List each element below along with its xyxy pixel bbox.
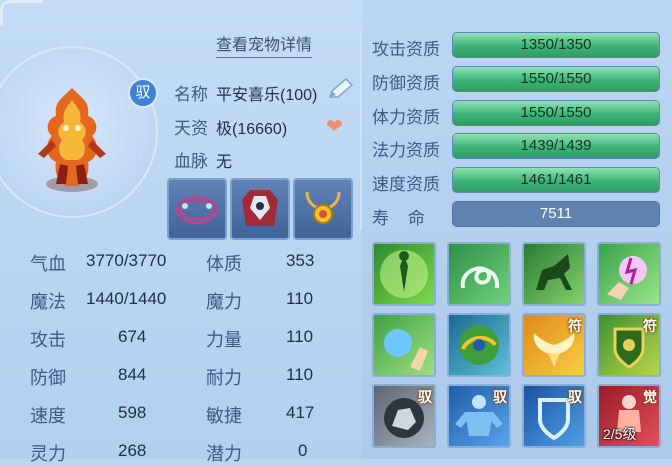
skill-slot-11[interactable]: 驭 xyxy=(522,384,586,448)
stat-label-attack: 攻击 xyxy=(30,330,66,350)
tame-tag: 驭 xyxy=(568,389,582,405)
talisman-tag: 符 xyxy=(643,318,657,334)
lifespan-bar: 7511 xyxy=(452,201,660,227)
attr-value-potential: 0 xyxy=(298,441,308,460)
stat-label-defense: 防御 xyxy=(30,368,66,388)
pet-avatar[interactable] xyxy=(34,84,110,196)
aptitude-value-speed: 1461/1461 xyxy=(520,171,592,188)
skill-slot-2[interactable] xyxy=(447,242,511,306)
attr-value-magic: 110 xyxy=(286,289,314,308)
frame-corner xyxy=(0,0,43,25)
pet-name-value: 平安喜乐(100) xyxy=(216,87,318,104)
stat-label-spirit: 灵力 xyxy=(30,444,66,464)
aptitude-bar-attack: 1350/1350 xyxy=(452,32,660,58)
name-label: 名称 xyxy=(174,85,208,104)
edit-name-icon[interactable] xyxy=(326,77,354,101)
attr-value-strength: 110 xyxy=(286,327,314,346)
stat-value-speed: 598 xyxy=(118,403,147,422)
stat-value-hp: 3770/3770 xyxy=(86,251,167,270)
awaken-level-text: 2/5级 xyxy=(603,426,637,442)
aptitude-label-speed: 速度资质 xyxy=(372,175,440,194)
equipment-slot-armor[interactable] xyxy=(230,178,290,240)
panel-divider xyxy=(360,30,362,230)
talisman-tag: 符 xyxy=(568,318,582,334)
skill-slot-5[interactable] xyxy=(372,313,436,377)
aptitude-value-defense: 1550/1550 xyxy=(520,70,592,87)
equipment-slot-collar[interactable] xyxy=(167,178,227,240)
tame-tag: 驭 xyxy=(418,389,432,405)
aptitude-bar-speed: 1461/1461 xyxy=(452,167,660,193)
palm-lightning-skill-icon xyxy=(607,256,647,300)
attr-label-magic: 魔力 xyxy=(206,292,242,312)
attr-label-constitution: 体质 xyxy=(206,254,242,274)
aptitude-label-stamina: 体力资质 xyxy=(372,108,440,127)
aptitude-value-stamina: 1550/1550 xyxy=(520,104,592,121)
lifespan-label: 寿 命 xyxy=(372,209,425,228)
attr-label-potential: 潜力 xyxy=(206,444,242,464)
tame-tag: 驭 xyxy=(493,389,507,405)
skill-slot-1[interactable] xyxy=(372,242,436,306)
aptitude-value-mana: 1439/1439 xyxy=(520,137,592,154)
aptitude-bar-stamina: 1550/1550 xyxy=(452,100,660,126)
talent-value: 极(16660) xyxy=(216,121,288,138)
aptitude-bar-mana: 1439/1439 xyxy=(452,133,660,159)
favorite-heart-icon[interactable]: ❤ xyxy=(326,114,343,139)
equipment-slot-necklace[interactable] xyxy=(293,178,353,240)
stat-value-attack: 674 xyxy=(118,327,147,346)
aptitude-label-attack: 攻击资质 xyxy=(372,40,440,59)
aptitude-bar-defense: 1550/1550 xyxy=(452,66,660,92)
view-pet-details-button[interactable]: 查看宠物详情 xyxy=(216,31,313,58)
attr-value-agility: 417 xyxy=(286,403,315,422)
lifespan-value: 7511 xyxy=(539,205,573,222)
skill-slot-6[interactable] xyxy=(447,313,511,377)
attr-value-constitution: 353 xyxy=(286,251,315,270)
skill-slot-12[interactable]: 觉 2/5级 xyxy=(597,384,661,448)
awaken-tag: 觉 xyxy=(643,389,657,405)
stat-label-mp: 魔法 xyxy=(30,292,66,312)
orb-skill-icon xyxy=(459,325,499,365)
aptitude-label-mana: 法力资质 xyxy=(372,141,440,160)
stat-value-mp: 1440/1440 xyxy=(86,289,167,308)
aptitude-value-attack: 1350/1350 xyxy=(520,36,592,53)
collar-icon xyxy=(176,196,218,224)
necklace-icon xyxy=(305,191,341,224)
attr-label-agility: 敏捷 xyxy=(206,406,242,426)
skill-slot-8[interactable]: 符 xyxy=(597,313,661,377)
skill-slot-10[interactable]: 驭 xyxy=(447,384,511,448)
attr-value-endurance: 110 xyxy=(286,365,314,384)
figure-glow-skill-icon xyxy=(380,250,428,298)
talent-label: 天资 xyxy=(174,119,208,138)
swirl-skill-icon xyxy=(460,266,500,289)
stat-value-defense: 844 xyxy=(118,365,147,384)
water-palm-skill-icon xyxy=(384,329,428,371)
skill-slot-3[interactable] xyxy=(522,242,586,306)
aptitude-label-defense: 防御资质 xyxy=(372,74,440,93)
tame-badge-icon: 驭 xyxy=(128,78,158,108)
skill-slot-9[interactable]: 驭 xyxy=(372,384,436,448)
stat-value-spirit: 268 xyxy=(118,441,147,460)
beast-skill-icon xyxy=(536,254,572,290)
bloodline-label: 血脉 xyxy=(174,152,208,171)
bloodline-value: 无 xyxy=(216,154,233,171)
skill-slot-4[interactable] xyxy=(597,242,661,306)
attr-label-endurance: 耐力 xyxy=(206,368,242,388)
skill-slot-7[interactable]: 符 xyxy=(522,313,586,377)
armor-icon xyxy=(242,190,278,226)
attr-label-strength: 力量 xyxy=(206,330,242,350)
stat-label-hp: 气血 xyxy=(30,254,66,274)
stat-label-speed: 速度 xyxy=(30,406,66,426)
